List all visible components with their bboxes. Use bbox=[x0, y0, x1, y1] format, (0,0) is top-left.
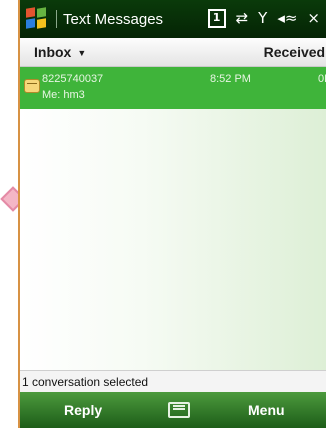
reply-softkey[interactable]: Reply bbox=[64, 402, 102, 418]
list-header: Inbox ▼ Received▼ bbox=[20, 38, 326, 67]
device-screen: Text Messages 1 ⇄ Y ◂≈ × Inbox ▼ Received… bbox=[18, 0, 326, 428]
volume-icon[interactable]: ◂≈ bbox=[277, 8, 297, 28]
sort-dropdown[interactable]: Received▼ bbox=[264, 44, 326, 60]
folder-dropdown[interactable]: Inbox ▼ bbox=[34, 44, 86, 60]
title-bar: Text Messages 1 ⇄ Y ◂≈ × bbox=[20, 0, 326, 38]
sort-label: Received bbox=[263, 44, 326, 60]
message-time: 8:52 PM bbox=[210, 73, 251, 85]
keyboard-icon[interactable] bbox=[168, 402, 190, 418]
title-separator bbox=[56, 10, 57, 28]
close-icon[interactable]: × bbox=[307, 8, 320, 28]
notification-box-icon[interactable]: 1 bbox=[207, 8, 226, 28]
message-row-selected[interactable]: 8225740037 8:52 PM 0K Me: hm3 bbox=[20, 67, 326, 109]
message-preview: Me: hm3 bbox=[42, 89, 85, 101]
left-margin bbox=[0, 0, 26, 428]
message-list[interactable]: 8225740037 8:52 PM 0K Me: hm3 bbox=[20, 67, 326, 370]
status-icons: 1 ⇄ Y ◂≈ × bbox=[207, 8, 320, 28]
folder-label: Inbox bbox=[34, 44, 72, 60]
signal-strength-icon[interactable]: Y bbox=[258, 8, 267, 28]
message-extra: 0K bbox=[318, 73, 326, 85]
softkey-bar: Reply Menu bbox=[20, 392, 326, 428]
connectivity-icon[interactable]: ⇄ bbox=[236, 8, 249, 28]
selection-status: 1 conversation selected bbox=[20, 370, 326, 392]
menu-softkey[interactable]: Menu bbox=[248, 402, 285, 418]
message-icon bbox=[24, 79, 40, 93]
chevron-down-icon: ▼ bbox=[77, 48, 87, 58]
start-windows-icon[interactable] bbox=[26, 7, 48, 30]
app-title: Text Messages bbox=[63, 10, 164, 28]
message-sender: 8225740037 bbox=[42, 73, 104, 85]
